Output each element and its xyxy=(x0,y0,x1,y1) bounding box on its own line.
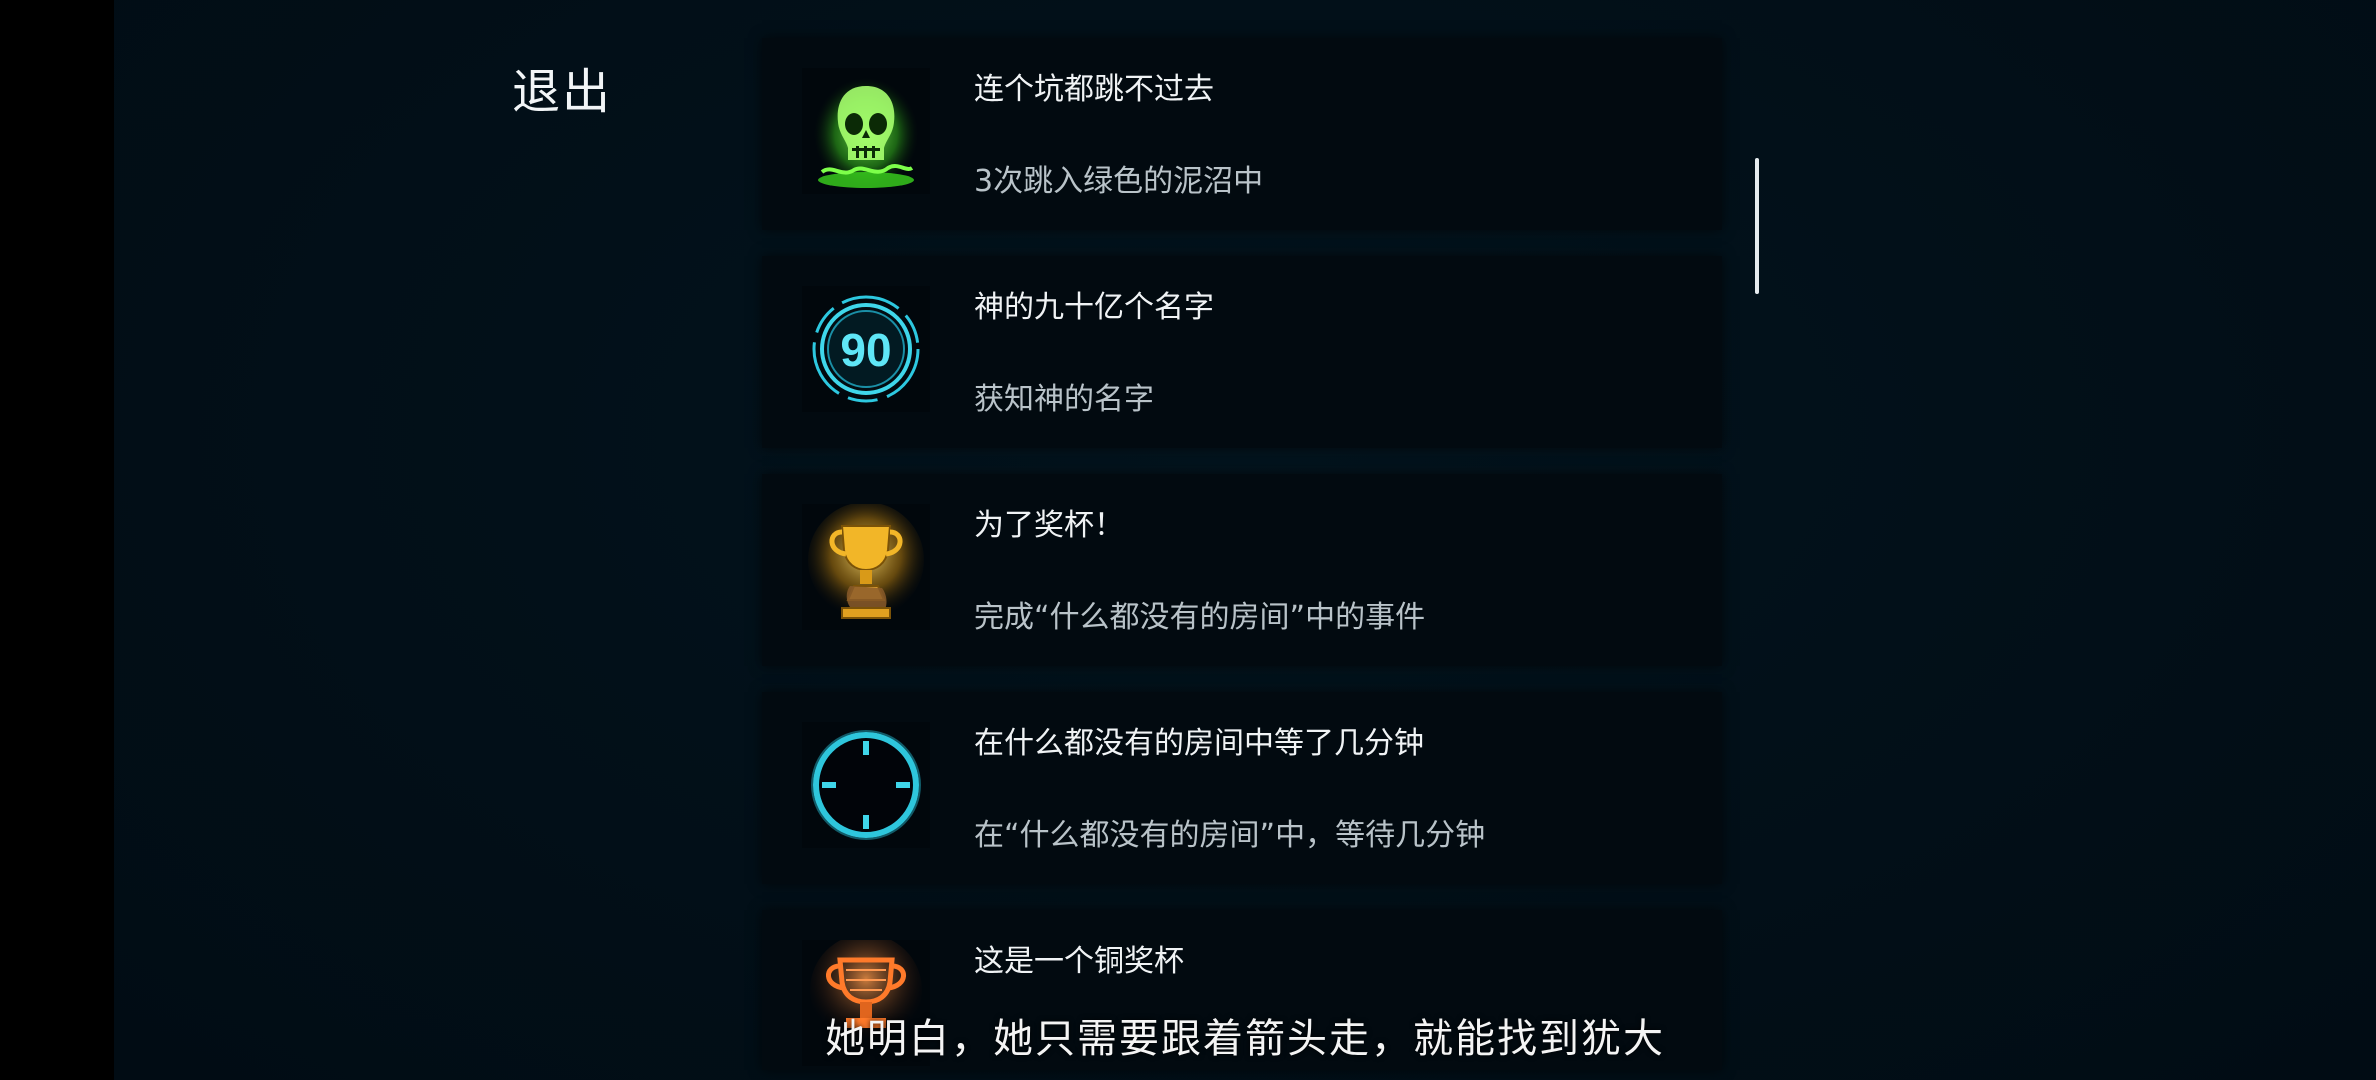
exit-button[interactable]: 退出 xyxy=(512,52,612,122)
achievement-title: 这是一个铜奖杯 xyxy=(974,944,1184,979)
achievement-title: 为了奖杯！ xyxy=(974,508,1124,543)
achievement-card[interactable]: 连个坑都跳不过去 3次跳入绿色的泥沼中 xyxy=(762,38,1722,230)
achievement-card[interactable]: 在什么都没有的房间中等了几分钟 在“什么都没有的房间”中，等待几分钟 xyxy=(762,692,1722,884)
achievement-description: 完成“什么都没有的房间”中的事件 xyxy=(974,600,1426,635)
gold-trophy-hand-icon xyxy=(802,504,930,630)
achievement-title: 连个坑都跳不过去 xyxy=(974,72,1214,107)
green-skull-icon xyxy=(802,68,930,194)
achievement-card[interactable]: 为了奖杯！ 完成“什么都没有的房间”中的事件 xyxy=(762,474,1722,666)
subtitle-caption: 她明白，她只需要跟着箭头走，就能找到犹大 xyxy=(825,1016,1665,1062)
achievement-card[interactable]: 90 神的九十亿个名字 获知神的名字 xyxy=(762,256,1722,448)
badge-number: 90 xyxy=(840,324,891,376)
achievement-description: 在“什么都没有的房间”中，等待几分钟 xyxy=(974,818,1486,853)
clock-icon xyxy=(802,722,930,848)
number-90-badge-icon: 90 xyxy=(802,286,930,412)
screen: 退出 连个坑都跳不过去 3次跳入绿色的泥沼中 90 神的九十亿个名字 获知神的名… xyxy=(0,0,2376,1080)
achievement-description: 获知神的名字 xyxy=(974,382,1154,417)
achievement-title: 神的九十亿个名字 xyxy=(974,290,1214,325)
achievement-description: 3次跳入绿色的泥沼中 xyxy=(974,164,1264,199)
achievements-screen: 退出 连个坑都跳不过去 3次跳入绿色的泥沼中 90 神的九十亿个名字 获知神的名… xyxy=(114,0,2376,1080)
scrollbar[interactable] xyxy=(1755,158,1759,294)
achievement-title: 在什么都没有的房间中等了几分钟 xyxy=(974,726,1424,761)
